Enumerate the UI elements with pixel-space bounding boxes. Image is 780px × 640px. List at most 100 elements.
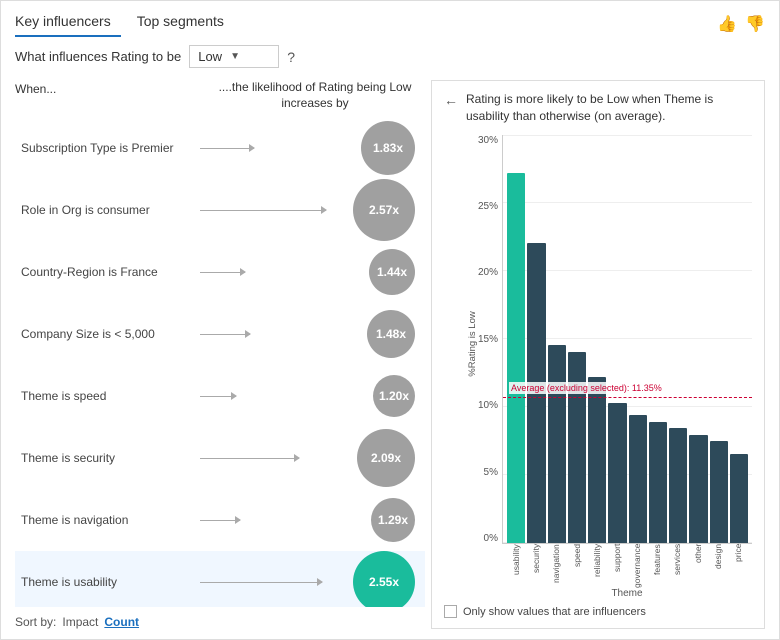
y-tick: 0% <box>484 533 498 544</box>
x-label: security <box>526 544 546 586</box>
influencer-label: Company Size is < 5,000 <box>15 327 200 341</box>
top-bar: Key influencers Top segments 👍 👎 <box>15 11 765 37</box>
tab-top-segments[interactable]: Top segments <box>121 11 234 37</box>
influencer-item[interactable]: Theme is security2.09x <box>15 427 425 489</box>
only-influencers-checkbox[interactable] <box>444 605 457 618</box>
x-label: speed <box>567 544 587 586</box>
influencer-arrow: 2.57x <box>200 185 425 235</box>
influencer-item[interactable]: Role in Org is consumer2.57x <box>15 179 425 241</box>
top-actions: 👍 👎 <box>717 14 765 34</box>
y-axis-label: %Rating is Low <box>467 311 478 376</box>
influencer-label: Theme is speed <box>15 389 200 403</box>
bar-wrapper <box>588 135 606 543</box>
average-line <box>503 397 752 398</box>
influencer-arrow: 1.83x <box>200 123 425 173</box>
x-axis-title: Theme <box>502 588 752 599</box>
thumbs-up-icon[interactable]: 👍 <box>717 14 737 34</box>
bar[interactable] <box>588 377 606 543</box>
left-panel: When... ....the likelihood of Rating bei… <box>15 80 425 629</box>
bar-wrapper <box>608 135 626 543</box>
bar-wrapper <box>548 135 566 543</box>
chart-inner-wrap: 30%25%20%15%10%5%0%Average (excluding se… <box>474 135 752 599</box>
bar[interactable] <box>568 352 586 543</box>
help-icon[interactable]: ? <box>287 49 295 65</box>
tab-key-influencers[interactable]: Key influencers <box>15 11 121 37</box>
x-label: reliability <box>587 544 607 586</box>
multiplier-circle: 1.83x <box>361 121 415 175</box>
x-label: price <box>728 544 748 586</box>
bar-wrapper <box>649 135 667 543</box>
multiplier-circle: 1.48x <box>367 310 415 358</box>
filter-row: What influences Rating to be Low ▼ ? <box>15 45 765 68</box>
back-arrow-icon[interactable]: ← <box>444 92 458 108</box>
chart-area: %Rating is Low30%25%20%15%10%5%0%Average… <box>444 135 752 599</box>
sort-label: Sort by: <box>15 615 56 629</box>
multiplier-circle: 1.20x <box>373 375 415 417</box>
filter-label: What influences Rating to be <box>15 49 181 64</box>
tabs: Key influencers Top segments <box>15 11 234 37</box>
bar-wrapper <box>629 135 647 543</box>
y-tick: 10% <box>478 400 498 411</box>
bar[interactable] <box>649 422 667 543</box>
bars-container: Average (excluding selected): 11.35% <box>502 135 752 544</box>
x-label: features <box>647 544 667 586</box>
arrowhead-icon <box>240 268 246 276</box>
x-label: navigation <box>546 544 566 586</box>
dropdown-arrow-icon: ▼ <box>230 51 240 62</box>
influencer-arrow: 2.09x <box>200 433 425 483</box>
bar[interactable] <box>629 415 647 543</box>
sort-impact[interactable]: Impact <box>62 615 98 629</box>
checkbox-label: Only show values that are influencers <box>463 606 646 618</box>
x-label: support <box>607 544 627 586</box>
influencer-arrow: 1.48x <box>200 309 425 359</box>
x-label: other <box>688 544 708 586</box>
y-tick: 15% <box>478 334 498 345</box>
arrow-line <box>200 334 250 335</box>
influencer-item[interactable]: Theme is speed 1.20x <box>15 365 425 427</box>
bar-group <box>503 135 752 543</box>
bar-wrapper <box>527 135 545 543</box>
right-panel: ← Rating is more likely to be Low when T… <box>431 80 765 629</box>
arrowhead-icon <box>249 144 255 152</box>
bar[interactable] <box>608 403 626 543</box>
bar[interactable] <box>689 435 707 543</box>
x-label: usability <box>506 544 526 586</box>
thumbs-down-icon[interactable]: 👎 <box>745 14 765 34</box>
sort-count[interactable]: Count <box>104 615 139 629</box>
bar[interactable] <box>669 428 687 543</box>
main-content: When... ....the likelihood of Rating bei… <box>15 80 765 629</box>
bar[interactable] <box>507 173 525 543</box>
arrow-line <box>200 458 299 459</box>
y-tick: 5% <box>484 467 498 478</box>
filter-dropdown[interactable]: Low ▼ <box>189 45 279 68</box>
arrow-line <box>200 582 322 583</box>
bar-wrapper <box>669 135 687 543</box>
y-tick: 25% <box>478 201 498 212</box>
influencer-arrow: 1.44x <box>200 247 425 297</box>
influencer-item[interactable]: Subscription Type is Premier1.83x <box>15 117 425 179</box>
bar[interactable] <box>730 454 748 543</box>
influencer-item[interactable]: Theme is usability2.55x <box>15 551 425 607</box>
influencer-label: Country-Region is France <box>15 265 200 279</box>
left-header: When... ....the likelihood of Rating bei… <box>15 80 425 111</box>
arrowhead-icon <box>245 330 251 338</box>
x-label: design <box>708 544 728 586</box>
filter-value: Low <box>198 49 222 64</box>
multiplier-circle: 1.44x <box>369 249 415 295</box>
arrowhead-icon <box>317 578 323 586</box>
bar-wrapper <box>730 135 748 543</box>
influencer-label: Theme is navigation <box>15 513 200 527</box>
influencer-label: Role in Org is consumer <box>15 203 200 217</box>
bar[interactable] <box>710 441 728 543</box>
arrow-line <box>200 148 254 149</box>
influencer-item[interactable]: Country-Region is France 1.44x <box>15 241 425 303</box>
arrowhead-icon <box>235 516 241 524</box>
influencer-arrow: 2.55x <box>200 557 425 607</box>
bars-row: 30%25%20%15%10%5%0%Average (excluding se… <box>474 135 752 544</box>
arrowhead-icon <box>321 206 327 214</box>
influencer-item[interactable]: Theme is navigation1.29x <box>15 489 425 551</box>
bar[interactable] <box>548 345 566 543</box>
influencer-item[interactable]: Company Size is < 5,000 1.48x <box>15 303 425 365</box>
arrow-line <box>200 272 245 273</box>
x-label: services <box>667 544 687 586</box>
